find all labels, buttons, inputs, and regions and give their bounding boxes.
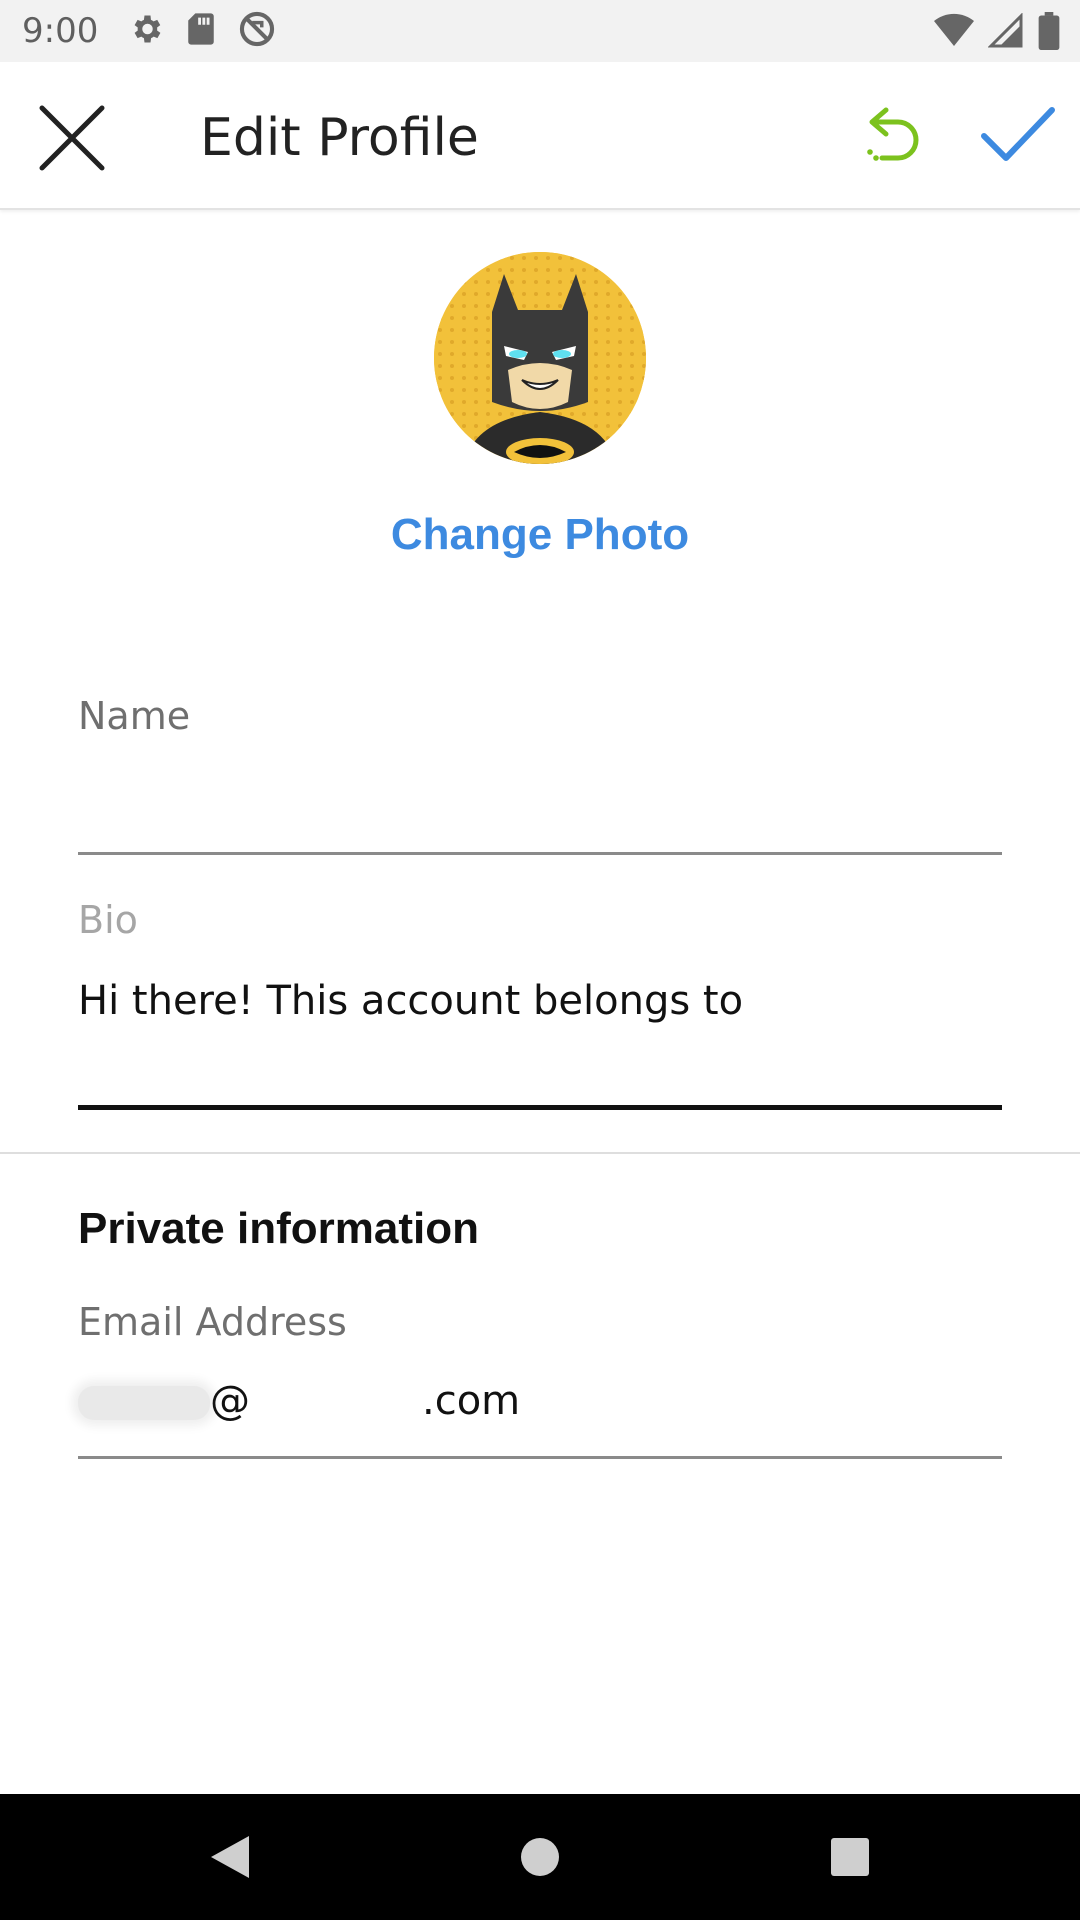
- recents-button[interactable]: [810, 1794, 890, 1920]
- bio-underline: [78, 1105, 1002, 1110]
- status-left-icons: [128, 10, 276, 53]
- name-input[interactable]: [78, 790, 1002, 846]
- avatar-image: [434, 252, 646, 464]
- status-bar: 9:00: [0, 0, 1080, 62]
- profile-avatar[interactable]: [434, 252, 646, 464]
- check-icon: [981, 107, 1055, 161]
- back-button[interactable]: [190, 1794, 270, 1920]
- undo-icon: [867, 107, 919, 161]
- app-bar: Edit Profile: [0, 62, 1080, 210]
- cell-signal-icon: [987, 12, 1024, 54]
- private-info-heading: Private information: [78, 1204, 479, 1253]
- email-underline: [78, 1456, 1002, 1459]
- email-input[interactable]: @ .com: [78, 1376, 1002, 1438]
- sync-off-icon: [238, 10, 276, 53]
- email-redacted-local: [78, 1386, 210, 1420]
- undo-button[interactable]: [860, 100, 924, 170]
- back-triangle-icon: [211, 1836, 249, 1878]
- battery-icon: [1038, 12, 1060, 55]
- name-underline: [78, 852, 1002, 855]
- save-button[interactable]: [978, 100, 1058, 170]
- section-divider: [0, 1152, 1080, 1154]
- close-button[interactable]: [36, 102, 108, 174]
- settings-icon: [128, 11, 164, 52]
- email-label: Email Address: [78, 1300, 347, 1344]
- bio-input[interactable]: Hi there! This account belongs to: [78, 978, 1002, 1024]
- bio-label: Bio: [78, 898, 138, 942]
- home-button[interactable]: [500, 1794, 580, 1920]
- home-circle-icon: [521, 1838, 559, 1876]
- system-nav-bar: [0, 1794, 1080, 1920]
- close-icon: [39, 105, 105, 171]
- sd-card-icon: [186, 12, 216, 51]
- edit-profile-screen: 9:00 Edit Profile Change Photo Name Bio …: [0, 0, 1080, 1920]
- name-label: Name: [78, 694, 191, 738]
- recents-square-icon: [831, 1838, 869, 1876]
- status-time: 9:00: [22, 11, 99, 51]
- page-title: Edit Profile: [200, 108, 479, 168]
- email-at-sign: @: [210, 1378, 250, 1424]
- wifi-icon: [934, 13, 974, 54]
- status-right-icons: [934, 12, 1060, 55]
- change-photo-link[interactable]: Change Photo: [0, 510, 1080, 560]
- email-domain-suffix: .com: [422, 1378, 521, 1424]
